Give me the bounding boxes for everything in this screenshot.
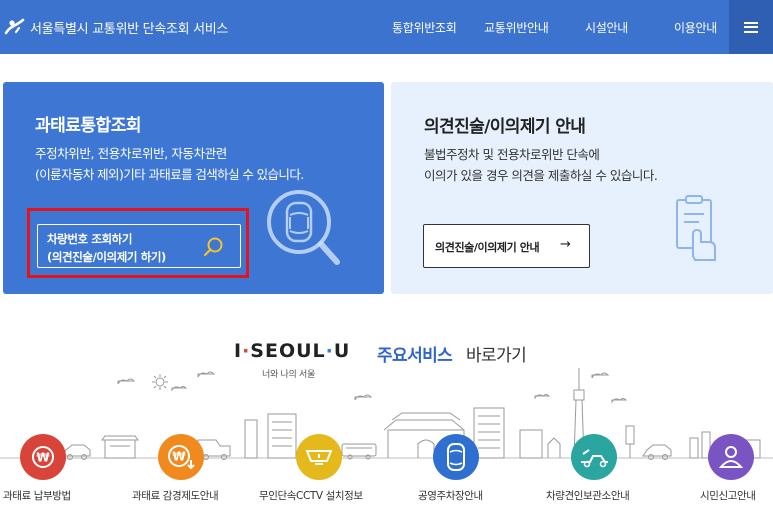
plate-lookup-sublabel: (의견진술/이의제기 하기): [47, 250, 166, 264]
service-label-fine-reduction[interactable]: 과태료 감경제도안내: [132, 488, 219, 503]
plate-lookup-label: 차량번호 조회하기: [47, 232, 133, 246]
site-logo[interactable]: 서울특별시 교통위반 단속조회 서비스: [4, 15, 228, 39]
fine-card-desc-line2: (이륜자동차 제외)기타 과태료를 검색하실 수 있습니다.: [35, 167, 304, 182]
service-label-fine-payment[interactable]: 과태료 납부방법: [3, 488, 71, 503]
fine-lookup-card: 과태료통합조회 주정차위반, 전용차로위반, 자동차관련 (이륜자동차 제외)기…: [3, 82, 384, 294]
service-label-cctv-info[interactable]: 무인단속CCTV 설치정보: [259, 488, 363, 503]
nav-facility-guide[interactable]: 시설안내: [585, 19, 628, 36]
svg-text:₩: ₩: [172, 450, 186, 464]
service-cctv-info[interactable]: [296, 434, 342, 480]
tow-truck-icon: [571, 434, 617, 480]
brand-part-seoul: SEOUL: [250, 340, 326, 362]
brand-dot-2: ·: [325, 340, 334, 362]
opinion-card-desc-line1: 불법주정차 및 전용차로위반 단속에: [424, 147, 600, 162]
plate-lookup-button[interactable]: 차량번호 조회하기 (의견진술/이의제기 하기): [37, 224, 241, 268]
opinion-guide-button[interactable]: 의견진술/이의제기 안내 →: [423, 224, 590, 268]
nav-usage-guide[interactable]: 이용안내: [674, 19, 717, 36]
opinion-card-title: 의견진술/이의제기 안내: [424, 117, 586, 137]
menu-button[interactable]: [729, 0, 773, 54]
svg-text:₩: ₩: [36, 451, 50, 465]
seoul-logo-icon: [4, 16, 26, 38]
service-public-parking[interactable]: [433, 434, 479, 480]
service-fine-reduction[interactable]: ₩: [158, 434, 204, 480]
opinion-card-desc-line2: 이의가 있을 경우 의견을 제출하실 수 있습니다.: [424, 168, 658, 183]
service-label-citizen-report[interactable]: 시민신고안내: [700, 488, 756, 503]
nav-integrated-lookup[interactable]: 통합위반조회: [392, 19, 457, 36]
arrow-right-icon: →: [560, 237, 571, 252]
car-search-icon: [265, 188, 345, 268]
nav-violation-guide[interactable]: 교통위반안내: [484, 19, 549, 36]
opinion-guide-label: 의견진술/이의제기 안내: [435, 241, 540, 254]
person-icon: [708, 434, 754, 480]
cctv-icon: [296, 434, 342, 480]
service-label-tow-storage[interactable]: 차량견인보관소안내: [546, 488, 630, 503]
opinion-guide-card: 의견진술/이의제기 안내 불법주정차 및 전용차로위반 단속에 이의가 있을 경…: [391, 82, 773, 294]
city-skyline-illustration: [0, 360, 773, 470]
brand-part-u: U: [333, 340, 351, 362]
search-icon: [202, 235, 226, 259]
service-citizen-report[interactable]: [708, 434, 754, 480]
service-fine-payment[interactable]: ₩: [20, 434, 66, 480]
top-header: 서울특별시 교통위반 단속조회 서비스 통합위반조회 교통위반안내 시설안내 이…: [0, 0, 773, 54]
clipboard-hand-icon: [671, 194, 721, 264]
service-tow-storage[interactable]: [571, 434, 617, 480]
hamburger-icon: [744, 21, 758, 33]
brand-part-i: I: [234, 340, 243, 362]
car-top-icon: [433, 434, 479, 480]
site-title: 서울특별시 교통위반 단속조회 서비스: [30, 21, 229, 37]
won-discount-icon: ₩: [158, 434, 204, 480]
fine-card-desc-line1: 주정차위반, 전용차로위반, 자동차관련: [35, 146, 227, 161]
fine-card-title: 과태료통합조회: [35, 116, 141, 136]
service-label-public-parking[interactable]: 공영주차장안내: [418, 488, 483, 503]
won-coin-icon: ₩: [20, 434, 66, 480]
